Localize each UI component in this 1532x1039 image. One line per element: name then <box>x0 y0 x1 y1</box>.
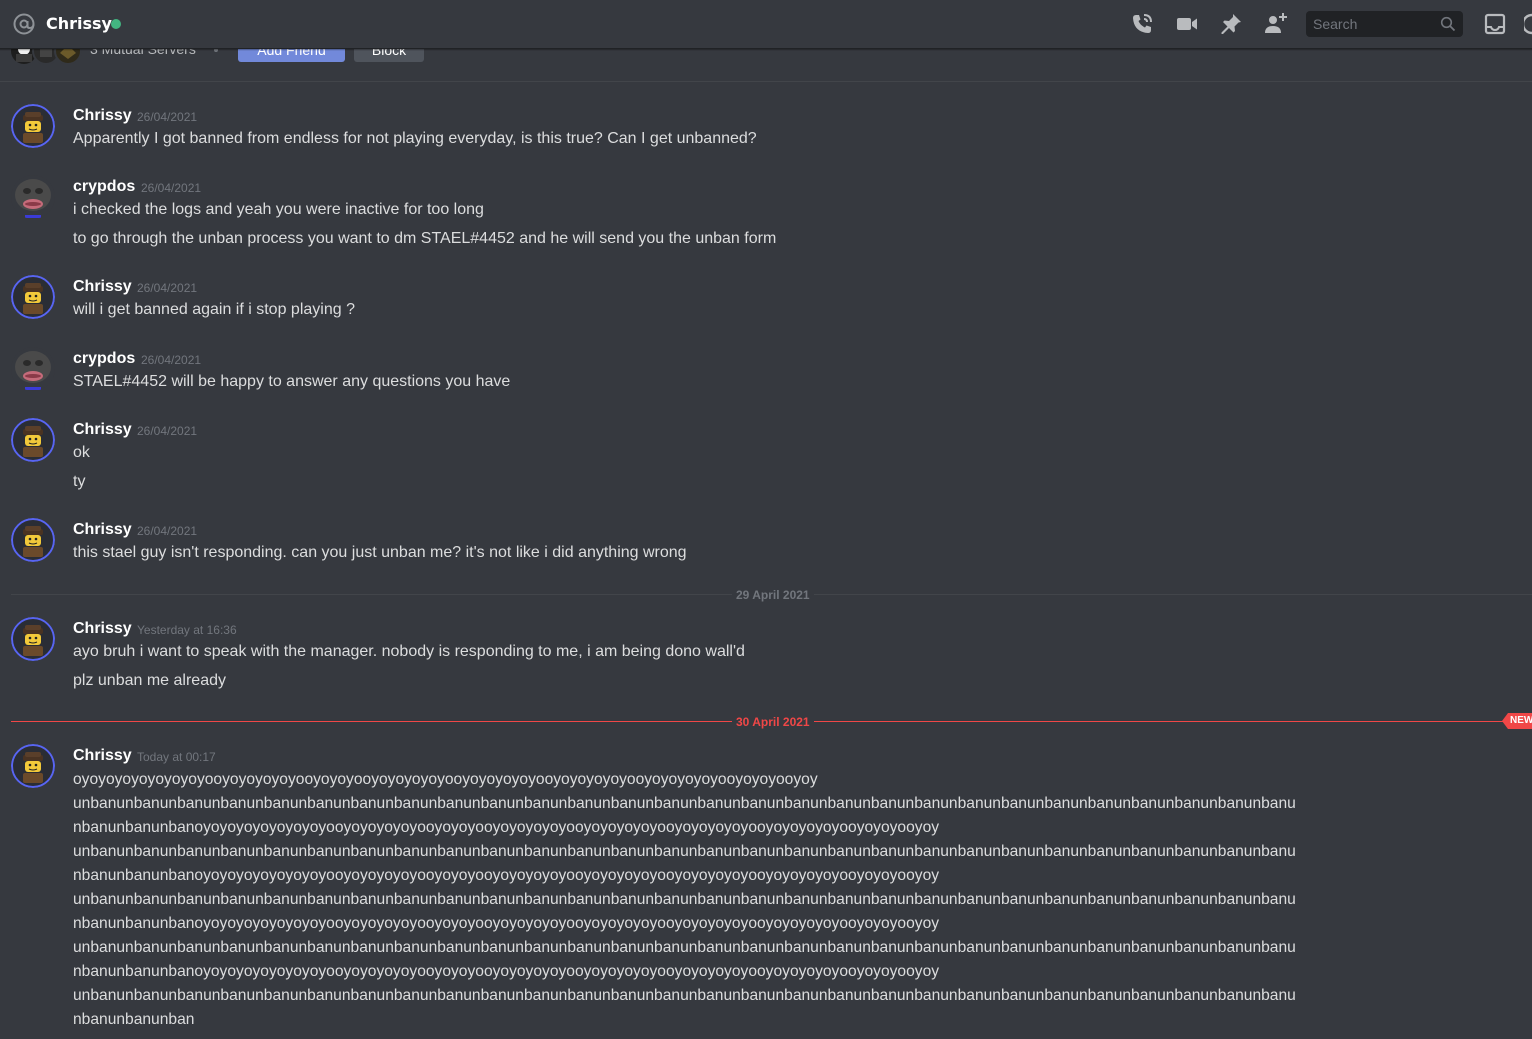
message-author[interactable]: Chrissy <box>73 277 132 297</box>
avatar[interactable] <box>11 418 55 462</box>
message-text: oyoyoyoyoyoyoyoyooyoyoyoyoyooyoyoyooyoyo… <box>73 771 818 788</box>
message-author[interactable]: Chrissy <box>73 619 132 639</box>
message-text: nbanunbanunbanoyoyoyoyoyoyoyoyooyoyoyoyo… <box>73 867 940 884</box>
monkey-avatar-icon <box>11 175 55 219</box>
avatar[interactable] <box>11 744 55 788</box>
lego-figure-avatar-icon <box>11 744 55 788</box>
message-text: unbanunbanunbanunbanunbanunbanunbanunban… <box>73 795 1296 812</box>
avatar[interactable] <box>11 617 55 661</box>
spam-message-text: oyoyoyoyoyoyoyoyooyoyoyoyoyooyoyoyooyoyo… <box>73 768 1513 1032</box>
message-timestamp: 26/04/2021 <box>137 110 198 124</box>
channel-header: Chrissy <box>0 0 1532 49</box>
message-list: 3 Mutual Servers Add Friend Block Chriss… <box>0 0 1532 1039</box>
message-timestamp: 26/04/2021 <box>137 281 198 295</box>
pin-icon[interactable] <box>1219 12 1243 36</box>
inbox-icon[interactable] <box>1483 12 1507 36</box>
message-author[interactable]: crypdos <box>73 349 135 369</box>
message-author[interactable]: Chrissy <box>73 106 132 126</box>
message-text: Apparently I got banned from endless for… <box>73 130 757 147</box>
message-text: plz unban me already <box>73 672 226 689</box>
message-text: nbanunbanunbanoyoyoyoyoyoyoyoyooyoyoyoyo… <box>73 963 940 980</box>
message-text: unbanunbanunbanunbanunbanunbanunbanunban… <box>73 987 1296 1004</box>
message-text: nbanunbanunban <box>73 1011 195 1028</box>
message-author[interactable]: crypdos <box>73 177 135 197</box>
online-status-indicator <box>111 19 121 29</box>
message-text: this stael guy isn't responding. can you… <box>73 544 687 561</box>
avatar[interactable] <box>11 104 55 148</box>
dm-recipient-name[interactable]: Chrissy <box>46 12 112 36</box>
search-input[interactable] <box>1306 11 1438 37</box>
call-icon[interactable] <box>1130 12 1154 36</box>
message-timestamp: 26/04/2021 <box>141 181 202 195</box>
message-text: will i get banned again if i stop playin… <box>73 301 355 318</box>
message-text: to go through the unban process you want… <box>73 230 777 247</box>
avatar[interactable] <box>11 347 55 391</box>
message-text: i checked the logs and yeah you were ina… <box>73 201 484 218</box>
monkey-avatar-icon <box>11 347 55 391</box>
message-text: unbanunbanunbanunbanunbanunbanunbanunban… <box>73 891 1296 908</box>
lego-figure-avatar-icon <box>11 617 55 661</box>
message-text: ayo bruh i want to speak with the manage… <box>73 643 745 660</box>
lego-figure-avatar-icon <box>11 275 55 319</box>
message-timestamp: 26/04/2021 <box>137 524 198 538</box>
new-messages-badge: NEW <box>1502 713 1532 729</box>
at-icon <box>13 13 35 35</box>
message-text: unbanunbanunbanunbanunbanunbanunbanunban… <box>73 939 1296 956</box>
lego-figure-avatar-icon <box>11 418 55 462</box>
message-author[interactable]: Chrissy <box>73 746 132 766</box>
message-author[interactable]: Chrissy <box>73 420 132 440</box>
video-icon[interactable] <box>1175 12 1199 36</box>
message-text: unbanunbanunbanunbanunbanunbanunbanunban… <box>73 843 1296 860</box>
message-timestamp: Today at 00:17 <box>137 750 216 764</box>
message-text: nbanunbanunbanoyoyoyoyoyoyoyoyooyoyoyoyo… <box>73 915 940 932</box>
add-member-icon[interactable] <box>1263 12 1287 36</box>
avatar[interactable] <box>11 518 55 562</box>
avatar[interactable] <box>11 175 55 219</box>
search-icon <box>1440 16 1456 32</box>
avatar[interactable] <box>11 275 55 319</box>
message-timestamp: Yesterday at 16:36 <box>137 623 237 637</box>
help-icon[interactable] <box>1524 12 1532 36</box>
message-text: ty <box>73 473 86 490</box>
date-divider-label: 30 April 2021 <box>732 715 814 729</box>
message-timestamp: 26/04/2021 <box>141 353 202 367</box>
message-text: STAEL#4452 will be happy to answer any q… <box>73 373 511 390</box>
date-divider-label: 29 April 2021 <box>732 588 814 602</box>
message-timestamp: 26/04/2021 <box>137 424 198 438</box>
lego-figure-avatar-icon <box>11 518 55 562</box>
search-bar[interactable] <box>1306 11 1463 37</box>
lego-figure-avatar-icon <box>11 104 55 148</box>
message-author[interactable]: Chrissy <box>73 520 132 540</box>
message-text: ok <box>73 444 90 461</box>
message-text: nbanunbanunbanoyoyoyoyoyoyoyoyooyoyoyoyo… <box>73 819 940 836</box>
